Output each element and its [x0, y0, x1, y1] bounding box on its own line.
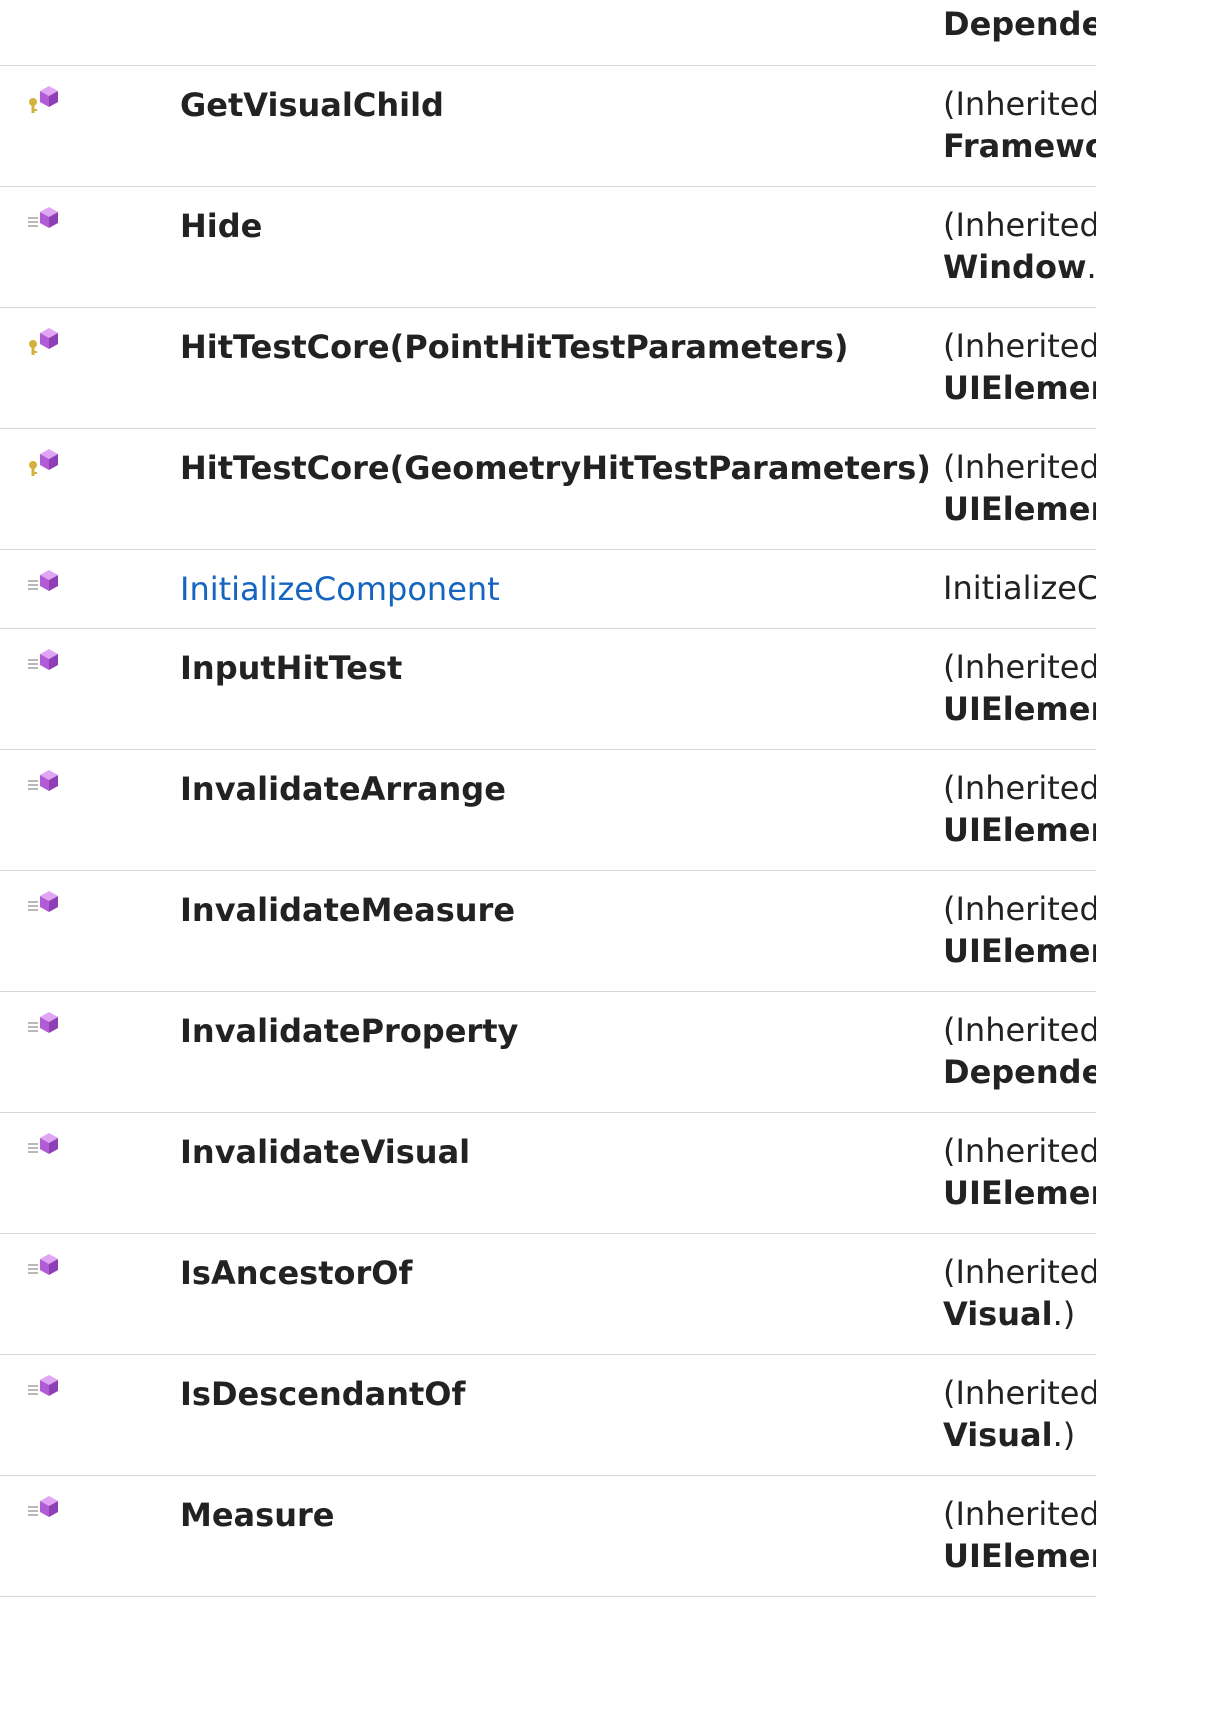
table-row: HitTestCore(PointHitTestParameters) (Inhe… — [0, 308, 1096, 429]
member-name: InvalidateMeasure — [180, 891, 516, 929]
table-row: InvalidateVisual (Inherited from UIElement — [0, 1113, 1096, 1234]
table-row-partial: Dependency — [0, 0, 1096, 66]
description-text: (Inherited from — [943, 648, 1096, 686]
description-type-name[interactable]: Window — [943, 248, 1087, 286]
member-description: (Inherited from UIElement — [943, 767, 1096, 851]
description-second-line: Visual.) — [943, 1293, 1096, 1335]
members-table: Dependency GetVisualChild (Inherited from… — [0, 0, 1096, 1720]
description-text: InitializeComponent — [943, 569, 1096, 607]
members-rows: GetVisualChild (Inherited from FrameworkEl… — [0, 66, 1096, 1597]
member-description: (Inherited from UIElement — [943, 1130, 1096, 1214]
description-type-name[interactable]: Visual — [943, 1416, 1053, 1454]
description-second-line: UIElement — [943, 488, 1096, 530]
description-text: (Inherited from — [943, 1132, 1096, 1170]
table-row: InvalidateMeasure (Inherited from UIElemen… — [0, 871, 1096, 992]
public-method-icon — [22, 203, 62, 237]
description-text: (Inherited from — [943, 206, 1096, 244]
table-row: InvalidateProperty (Inherited from Depende… — [0, 992, 1096, 1113]
description-type-name[interactable]: UIElement — [943, 932, 1096, 970]
member-name: IsAncestorOf — [180, 1254, 413, 1292]
description-second-line: DependencyObject — [943, 1051, 1096, 1093]
description-type-name[interactable]: FrameworkElement — [943, 127, 1096, 165]
table-row: GetVisualChild (Inherited from FrameworkEl… — [0, 66, 1096, 187]
description-second-line: FrameworkElement — [943, 125, 1096, 167]
member-name: IsDescendantOf — [180, 1375, 466, 1413]
description-type-name[interactable]: Dependency — [943, 5, 1096, 43]
member-description: (Inherited from FrameworkElement — [943, 83, 1096, 167]
public-method-icon — [22, 887, 62, 921]
member-description: (Inherited from UIElement — [943, 888, 1096, 972]
description-type-name[interactable]: UIElement — [943, 369, 1096, 407]
member-name: InvalidateVisual — [180, 1133, 471, 1171]
public-method-icon — [22, 1129, 62, 1163]
table-row: InvalidateArrange (Inherited from UIElemen… — [0, 750, 1096, 871]
description-type-name[interactable]: UIElement — [943, 1537, 1096, 1575]
member-name: InvalidateArrange — [180, 770, 506, 808]
member-description: (Inherited from UIElement — [943, 1493, 1096, 1577]
description-second-line: UIElement — [943, 1172, 1096, 1214]
member-description: (Inherited fromVisual.) — [943, 1372, 1096, 1456]
description-text: (Inherited from — [943, 1253, 1096, 1291]
public-method-icon — [22, 1250, 62, 1284]
description-tail: .) — [1052, 1416, 1076, 1454]
description-text: (Inherited from — [943, 327, 1096, 365]
description-second-line: UIElement — [943, 930, 1096, 972]
description-text: (Inherited from — [943, 1374, 1096, 1412]
member-description: (Inherited from UIElement — [943, 325, 1096, 409]
description-text: (Inherited from — [943, 85, 1096, 123]
member-description: (Inherited fromVisual.) — [943, 1251, 1096, 1335]
description-text: (Inherited from — [943, 890, 1096, 928]
public-method-icon — [22, 766, 62, 800]
table-row: Measure (Inherited from UIElement — [0, 1476, 1096, 1597]
member-description: (Inherited fromWindow.) — [943, 204, 1096, 288]
member-description: (Inherited from UIElement — [943, 446, 1096, 530]
description-type-name[interactable]: UIElement — [943, 1174, 1096, 1212]
member-name: Hide — [180, 207, 263, 245]
member-description: (Inherited from UIElement — [943, 646, 1096, 730]
member-name: InvalidateProperty — [180, 1012, 519, 1050]
public-method-icon — [22, 566, 62, 600]
description-type-name[interactable]: UIElement — [943, 811, 1096, 849]
description-text: (Inherited from — [943, 1011, 1096, 1049]
member-description: InitializeComponent — [943, 567, 1096, 609]
description-text: (Inherited from — [943, 769, 1096, 807]
public-method-icon — [22, 1492, 62, 1526]
member-name: GetVisualChild — [180, 86, 444, 124]
description-type-name[interactable]: DependencyObject — [943, 1053, 1096, 1091]
public-method-icon — [22, 1371, 62, 1405]
description-tail: .) — [1052, 1295, 1076, 1333]
member-name: Measure — [180, 1496, 335, 1534]
description-type-name[interactable]: Visual — [943, 1295, 1053, 1333]
protected-method-icon — [22, 82, 62, 116]
description-text: (Inherited from — [943, 448, 1096, 486]
table-row: IsAncestorOf(Inherited fromVisual.) — [0, 1234, 1096, 1355]
description-type-name[interactable]: UIElement — [943, 690, 1096, 728]
member-name: HitTestCore(PointHitTestParameters) — [180, 328, 849, 366]
description-second-line: Visual.) — [943, 1414, 1096, 1456]
member-name: HitTestCore(GeometryHitTestParameters) — [180, 449, 931, 487]
table-row: InputHitTest (Inherited from UIElement — [0, 629, 1096, 750]
description-second-line: UIElement — [943, 688, 1096, 730]
description-second-line: UIElement — [943, 1535, 1096, 1577]
description-second-line: UIElement — [943, 367, 1096, 409]
public-method-icon — [22, 645, 62, 679]
description-second-line: UIElement — [943, 809, 1096, 851]
table-row: HitTestCore(GeometryHitTestParameters) (I… — [0, 429, 1096, 550]
table-row: IsDescendantOf(Inherited fromVisual.) — [0, 1355, 1096, 1476]
member-description: (Inherited from DependencyObject — [943, 1009, 1096, 1093]
member-name: InputHitTest — [180, 649, 403, 687]
table-row: InitializeComponent InitializeComponent — [0, 550, 1096, 629]
protected-method-icon — [22, 445, 62, 479]
description-type-name[interactable]: UIElement — [943, 490, 1096, 528]
description-tail: .) — [1086, 248, 1097, 286]
member-name-link[interactable]: InitializeComponent — [180, 567, 500, 611]
description-text: (Inherited from — [943, 1495, 1096, 1533]
table-row: Hide(Inherited fromWindow.) — [0, 187, 1096, 308]
member-description: Dependency — [943, 3, 1096, 45]
description-second-line: Window.) — [943, 246, 1096, 288]
public-method-icon — [22, 1008, 62, 1042]
protected-method-icon — [22, 324, 62, 358]
